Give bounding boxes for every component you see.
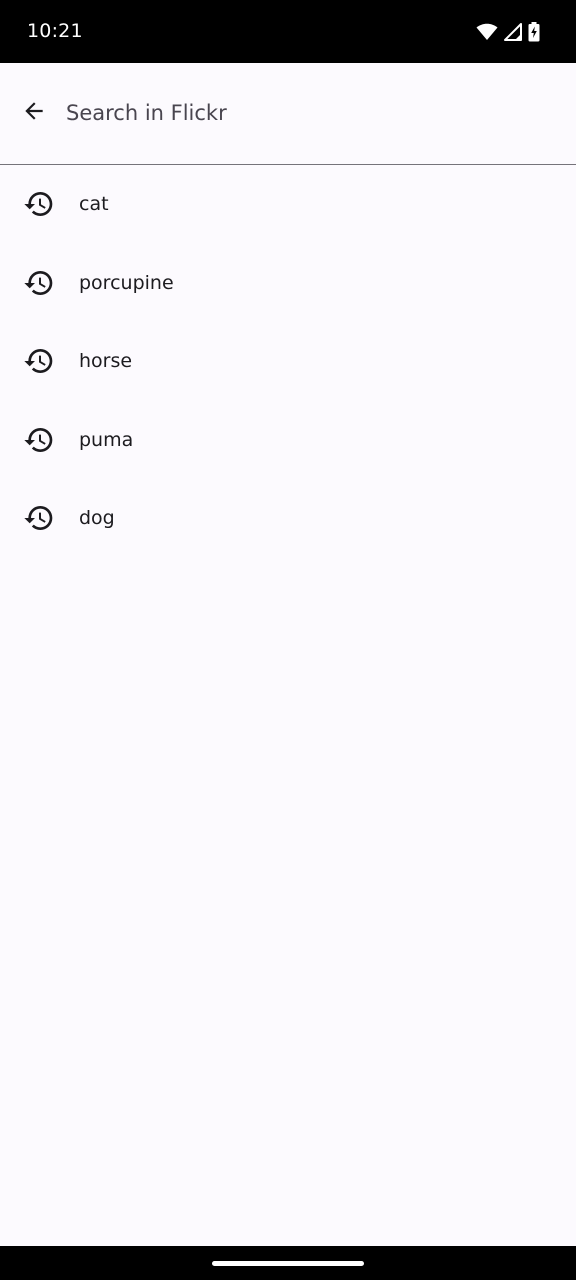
home-indicator[interactable]: [212, 1261, 364, 1266]
battery-charging-icon: [528, 22, 540, 42]
navigation-bar: [0, 1246, 576, 1280]
history-item-label: dog: [79, 507, 115, 530]
cellular-signal-icon: [504, 23, 522, 41]
arrow-back-icon: [21, 98, 47, 128]
history-item[interactable]: puma: [0, 401, 576, 480]
history-icon: [23, 424, 55, 456]
history-item[interactable]: porcupine: [0, 244, 576, 323]
history-item-label: puma: [79, 428, 134, 451]
back-button[interactable]: [10, 89, 58, 137]
history-icon: [23, 267, 55, 299]
search-bar: [0, 63, 576, 165]
history-item[interactable]: cat: [0, 165, 576, 244]
status-bar: 10:21: [0, 0, 576, 63]
wifi-icon: [476, 23, 498, 41]
history-item-label: horse: [79, 350, 133, 373]
history-item-label: cat: [79, 193, 109, 216]
status-time: 10:21: [27, 20, 83, 42]
status-icons: [476, 20, 540, 44]
history-icon: [23, 345, 55, 377]
history-item[interactable]: dog: [0, 479, 576, 558]
search-input[interactable]: [66, 93, 536, 133]
history-icon: [23, 188, 55, 220]
search-history-list: cat porcupine horse puma dog: [0, 165, 576, 558]
history-item[interactable]: horse: [0, 322, 576, 401]
history-icon: [23, 502, 55, 534]
history-item-label: porcupine: [79, 271, 174, 294]
